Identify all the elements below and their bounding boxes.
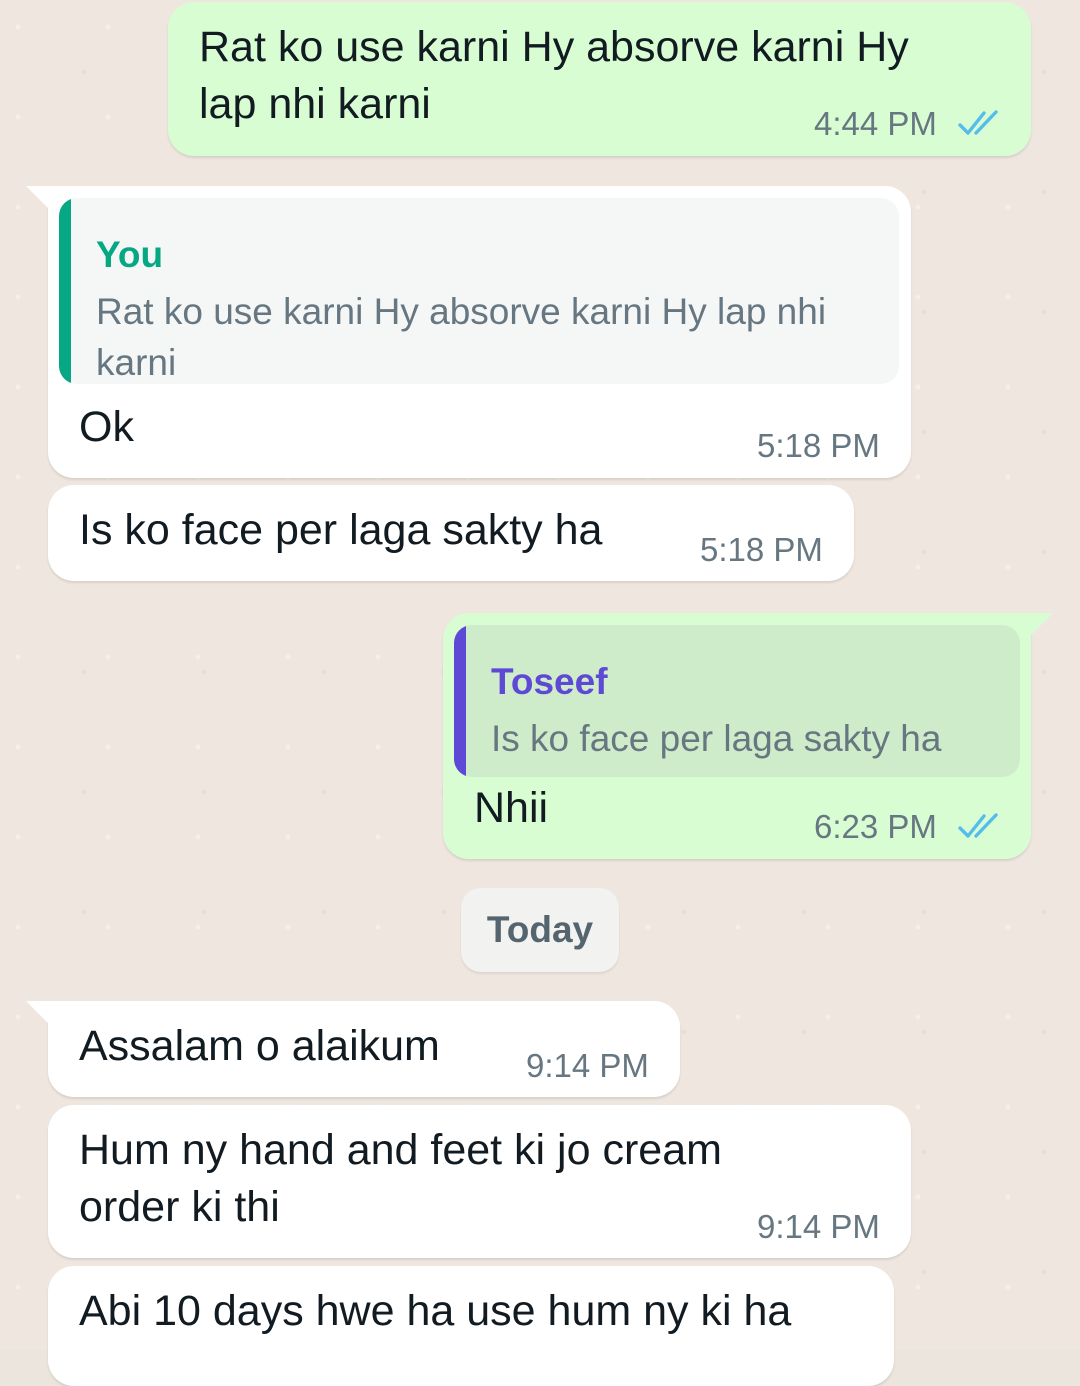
message-text: Ok: [79, 403, 134, 451]
quote-author: You: [96, 234, 164, 275]
quote-accent-bar: [454, 625, 466, 777]
double-check-read-icon: [958, 813, 998, 838]
quoted-message[interactable]: Toseef Is ko face per laga sakty ha: [454, 625, 1020, 777]
message-time: 5:18 PM: [700, 531, 823, 568]
quote-author: Toseef: [491, 661, 608, 702]
message-bubble-outgoing[interactable]: Rat ko use karni Hy absorve karni Hy lap…: [168, 2, 1031, 156]
quote-text: Is ko face per laga sakty ha: [491, 718, 942, 759]
message-time: 6:23 PM: [814, 808, 937, 845]
bubble-tail: [1031, 613, 1053, 635]
message-text: Assalam o alaikum: [79, 1022, 440, 1070]
message-time: 4:44 PM: [814, 105, 937, 142]
message-time: 9:14 PM: [757, 1208, 880, 1245]
quoted-message[interactable]: You Rat ko use karni Hy absorve karni Hy…: [59, 198, 899, 384]
message-text: Nhii: [474, 784, 549, 832]
message-text: Hum ny hand and feet ki jo cream order k…: [79, 1126, 722, 1231]
message-text: Is ko face per laga sakty ha: [79, 506, 603, 554]
message-bubble-incoming[interactable]: You Rat ko use karni Hy absorve karni Hy…: [26, 186, 911, 478]
message-bubble-incoming[interactable]: Hum ny hand and feet ki jo cream order k…: [48, 1105, 911, 1258]
message-bubble-incoming[interactable]: Abi 10 days hwe ha use hum ny ki ha: [48, 1266, 894, 1386]
message-bubble-incoming[interactable]: Assalam o alaikum 9:14 PM: [26, 1001, 680, 1097]
message-bubble-outgoing[interactable]: Toseef Is ko face per laga sakty ha Nhii…: [443, 613, 1053, 859]
date-divider: Today: [461, 888, 619, 972]
bubble-tail: [26, 186, 48, 208]
quote-accent-bar: [59, 198, 71, 384]
quote-text: Rat ko use karni Hy absorve karni Hy lap…: [96, 291, 827, 383]
double-check-read-icon: [958, 110, 998, 135]
bubble-tail: [26, 1001, 48, 1023]
message-text: Abi 10 days hwe ha use hum ny ki ha: [79, 1287, 792, 1335]
message-time: 5:18 PM: [757, 427, 880, 464]
message-time: 9:14 PM: [526, 1047, 649, 1084]
date-divider-label: Today: [486, 909, 594, 950]
message-bubble-incoming[interactable]: Is ko face per laga sakty ha 5:18 PM: [48, 485, 854, 581]
